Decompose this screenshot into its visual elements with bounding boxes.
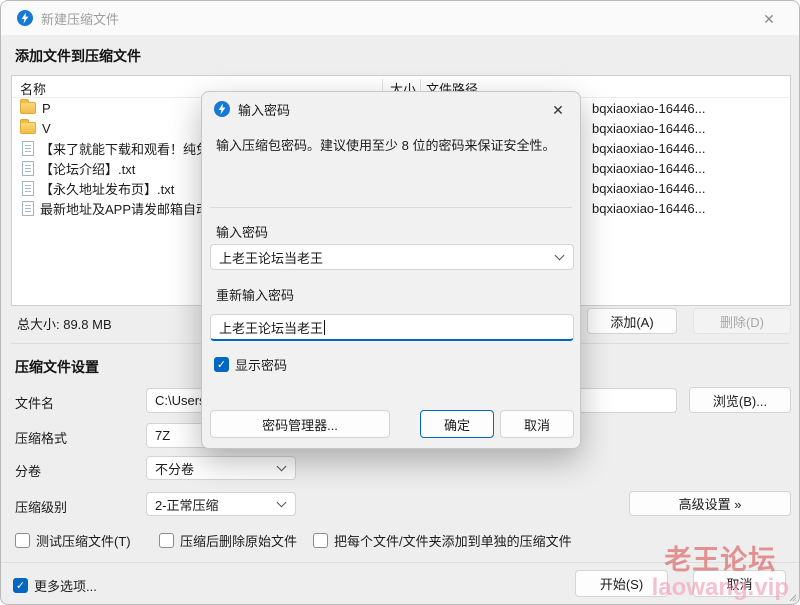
add-files-header: 添加文件到压缩文件 xyxy=(15,46,141,66)
file-name: 【论坛介绍】.txt xyxy=(40,159,135,178)
resize-grip[interactable] xyxy=(787,592,796,601)
file-path: bqxiaoxiao-16446... xyxy=(592,121,788,136)
folder-icon xyxy=(20,122,36,134)
text-file-icon xyxy=(22,181,34,196)
folder-icon xyxy=(20,102,36,114)
close-icon[interactable]: ✕ xyxy=(757,8,781,30)
volume-select[interactable]: 不分卷 xyxy=(146,456,296,480)
checkbox-label: 压缩后删除原始文件 xyxy=(180,531,297,550)
format-value: 7Z xyxy=(155,428,170,443)
dialog-titlebar: 输入密码 xyxy=(202,92,580,126)
window-title: 新建压缩文件 xyxy=(41,9,119,28)
password-input[interactable]: 上老王论坛当老王 xyxy=(210,244,574,270)
file-name: 最新地址及APP请发邮箱自动 xyxy=(40,199,209,218)
advanced-settings-button[interactable]: 高级设置 » xyxy=(629,491,791,516)
app-icon xyxy=(17,10,33,26)
check-icon: ✓ xyxy=(217,358,226,371)
show-password-checkbox[interactable]: ✓ 显示密码 xyxy=(214,355,287,374)
confirm-password-label: 重新输入密码 xyxy=(216,285,294,304)
divider xyxy=(210,207,572,208)
format-label: 压缩格式 xyxy=(15,428,67,447)
checkbox-checked: ✓ xyxy=(13,578,28,593)
checkbox-unchecked xyxy=(15,533,30,548)
text-file-icon xyxy=(22,141,34,156)
delete-after-checkbox[interactable]: 压缩后删除原始文件 xyxy=(159,531,297,550)
checkbox-label: 测试压缩文件(T) xyxy=(36,531,131,550)
check-icon: ✓ xyxy=(16,579,25,592)
level-value: 2-正常压缩 xyxy=(155,495,219,514)
password-manager-button[interactable]: 密码管理器... xyxy=(210,410,390,438)
start-button[interactable]: 开始(S) xyxy=(575,570,668,597)
app-icon xyxy=(214,101,230,117)
checkbox-label: 把每个文件/文件夹添加到单独的压缩文件 xyxy=(334,531,572,550)
file-path: bqxiaoxiao-16446... xyxy=(592,161,788,176)
confirm-password-value: 上老王论坛当老王 xyxy=(219,318,323,337)
volume-value: 不分卷 xyxy=(155,459,194,478)
dialog-cancel-button[interactable]: 取消 xyxy=(500,410,574,438)
filename-label: 文件名 xyxy=(15,393,54,412)
more-options-checkbox[interactable]: ✓ 更多选项... xyxy=(13,576,97,595)
checkbox-unchecked xyxy=(159,533,174,548)
chevron-down-icon xyxy=(555,251,565,261)
file-path: bqxiaoxiao-16446... xyxy=(592,201,788,216)
delete-button: 删除(D) xyxy=(693,308,791,334)
cancel-button[interactable]: 取消 xyxy=(693,570,786,597)
file-path: bqxiaoxiao-16446... xyxy=(592,141,788,156)
checkbox-label: 更多选项... xyxy=(34,576,97,595)
separate-archives-checkbox[interactable]: 把每个文件/文件夹添加到单独的压缩文件 xyxy=(313,531,572,550)
browse-button[interactable]: 浏览(B)... xyxy=(689,387,791,413)
password-dialog: 输入密码 ✕ 输入压缩包密码。建议使用至少 8 位的密码来保证安全性。 输入密码… xyxy=(201,91,581,449)
add-button[interactable]: 添加(A) xyxy=(587,308,677,334)
titlebar: 新建压缩文件 xyxy=(1,1,799,35)
checkbox-unchecked xyxy=(313,533,328,548)
password-value: 上老王论坛当老王 xyxy=(219,248,323,267)
password-label: 输入密码 xyxy=(216,222,268,241)
file-path: bqxiaoxiao-16446... xyxy=(592,181,788,196)
text-cursor xyxy=(324,320,325,335)
file-name: 【来了就能下载和观看！纯免 xyxy=(40,139,209,158)
chevron-down-icon xyxy=(277,498,287,508)
confirm-password-input[interactable]: 上老王论坛当老王 xyxy=(210,314,574,341)
text-file-icon xyxy=(22,161,34,176)
file-name: 【永久地址发布页】.txt xyxy=(40,179,174,198)
file-name: P xyxy=(42,101,51,116)
level-select[interactable]: 2-正常压缩 xyxy=(146,492,296,516)
dialog-title: 输入密码 xyxy=(238,100,290,119)
new-archive-window: 新建压缩文件 ✕ 添加文件到压缩文件 名称 大小 文件路径 P bqxiaoxi… xyxy=(0,0,800,605)
archive-settings-header: 压缩文件设置 xyxy=(15,357,99,377)
test-archive-checkbox[interactable]: 测试压缩文件(T) xyxy=(15,531,131,550)
text-file-icon xyxy=(22,201,34,216)
level-label: 压缩级别 xyxy=(15,497,67,516)
file-path: bqxiaoxiao-16446... xyxy=(592,101,788,116)
file-name: V xyxy=(42,121,51,136)
divider xyxy=(1,562,799,563)
ok-button[interactable]: 确定 xyxy=(420,410,494,438)
checkbox-label: 显示密码 xyxy=(235,355,287,374)
volume-label: 分卷 xyxy=(15,461,41,480)
dialog-close-icon[interactable]: ✕ xyxy=(546,99,570,121)
dialog-message: 输入压缩包密码。建议使用至少 8 位的密码来保证安全性。 xyxy=(216,136,568,156)
checkbox-checked: ✓ xyxy=(214,357,229,372)
chevron-down-icon xyxy=(277,462,287,472)
column-name[interactable]: 名称 xyxy=(20,79,46,98)
total-size-text: 总大小: 89.8 MB xyxy=(17,314,112,333)
